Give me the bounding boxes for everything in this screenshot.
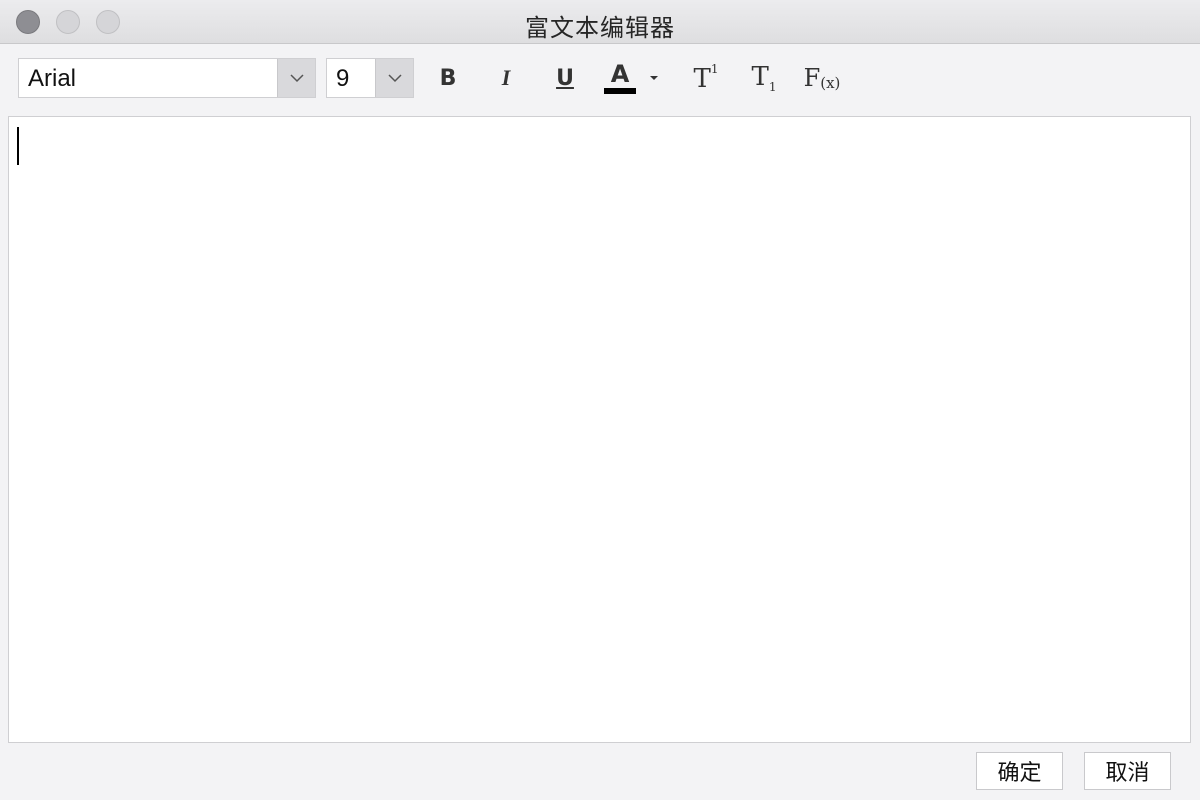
confirm-button[interactable]: 确定 bbox=[976, 752, 1063, 790]
rich-text-editor-area[interactable] bbox=[8, 116, 1191, 743]
subscript-button[interactable]: T1 bbox=[742, 58, 786, 98]
underline-icon: U bbox=[556, 65, 574, 91]
subscript-icon: T1 bbox=[751, 62, 777, 94]
font-family-select[interactable]: Arial bbox=[18, 58, 316, 98]
formatting-toolbar: Arial 9 B I U A T1 T1 F(x) bbox=[0, 44, 1200, 116]
font-size-select[interactable]: 9 bbox=[326, 58, 414, 98]
font-family-dropdown-button[interactable] bbox=[277, 59, 315, 97]
superscript-icon: T1 bbox=[693, 62, 719, 94]
chevron-down-icon bbox=[388, 74, 402, 83]
font-color-icon: A bbox=[610, 60, 630, 88]
font-family-value: Arial bbox=[28, 65, 77, 92]
font-size-dropdown-button[interactable] bbox=[375, 59, 413, 97]
superscript-button[interactable]: T1 bbox=[684, 58, 728, 98]
rich-text-editor-window: 富文本编辑器 Arial 9 B I U A T1 T1 F(x) 确定 取消 bbox=[0, 0, 1200, 800]
font-color-dropdown-button[interactable] bbox=[644, 58, 664, 98]
chevron-down-icon bbox=[290, 74, 304, 83]
text-caret bbox=[17, 127, 19, 165]
underline-button[interactable]: U bbox=[543, 58, 587, 98]
bold-button[interactable]: B bbox=[426, 58, 470, 98]
formula-button[interactable]: F(x) bbox=[800, 58, 844, 98]
cancel-button[interactable]: 取消 bbox=[1084, 752, 1171, 790]
window-title: 富文本编辑器 bbox=[525, 14, 675, 42]
italic-button[interactable]: I bbox=[484, 58, 528, 98]
font-size-value: 9 bbox=[336, 65, 350, 92]
italic-icon: I bbox=[501, 65, 511, 90]
formula-icon: F(x) bbox=[803, 64, 841, 92]
caret-down-icon bbox=[650, 76, 658, 80]
bold-icon: B bbox=[439, 65, 457, 91]
font-color-swatch bbox=[604, 88, 636, 94]
font-color-button[interactable]: A bbox=[598, 58, 642, 98]
title-bar[interactable]: 富文本编辑器 bbox=[0, 0, 1200, 44]
